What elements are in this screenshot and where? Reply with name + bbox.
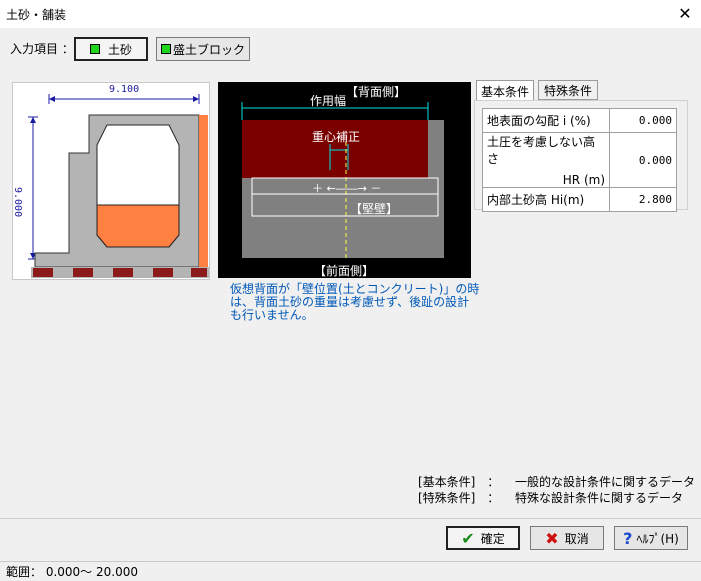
help-label: ﾍﾙﾌﾟ(H) <box>636 531 679 546</box>
input-item-label: 入力項目 ： <box>10 42 74 56</box>
legend-row-special: [特殊条件] ： 特殊な設計条件に関するデータ <box>418 489 683 506</box>
param-label: 内部土砂高 Hi(m) <box>482 187 610 212</box>
legend-sep: ： <box>487 491 500 505</box>
embankment-block-label: 盛土ブロック <box>172 42 245 57</box>
note-text: 仮想背面が「壁位置(土とコンクリート)」の時は、背面土砂の重量は考慮せず、後趾の… <box>230 282 480 322</box>
help-button[interactable]: ? ﾍﾙﾌﾟ(H) <box>614 526 688 550</box>
soil-button[interactable]: 土砂 <box>74 37 148 61</box>
center-correction-label: 重心補正 <box>312 130 361 144</box>
param-label: 地表面の勾配 i (%) <box>482 108 610 133</box>
table-row: 内部土砂高 Hi(m) 2.800 <box>482 187 677 212</box>
param-label: 土圧を考慮しない高さ HR (m) <box>482 132 610 188</box>
back-side-label: 【背面側】 <box>346 85 407 99</box>
cancel-label: 取消 <box>564 531 589 546</box>
table-row: 土圧を考慮しない高さ HR (m) 0.000 <box>482 132 677 188</box>
cross-icon: ✖ <box>545 528 559 548</box>
param-label-main: 土圧を考慮しない高さ <box>487 135 596 166</box>
footer-divider <box>0 518 701 519</box>
soil-button-label: 土砂 <box>107 42 132 57</box>
load-diagram: 【背面側】 作用幅 重心補正 ＋ ←――→ － 【堅壁】 【前面側】 <box>218 82 471 278</box>
status-range-text: 範囲： 0.000～ 20.000 <box>6 565 138 579</box>
legend-desc: 特殊な設計条件に関するデータ <box>515 491 684 505</box>
param-value-hr[interactable]: 0.000 <box>609 132 677 188</box>
legend-desc: 一般的な設計条件に関するデータ <box>515 475 696 489</box>
confirm-button[interactable]: ✔ 確定 <box>446 526 520 550</box>
action-width-label: 作用幅 <box>310 94 347 108</box>
title-bar <box>0 0 701 28</box>
window-title: 土砂・舗装 <box>6 8 67 22</box>
legend-row-basic: [基本条件] ： 一般的な設計条件に関するデータ <box>418 473 695 490</box>
height-dimension: 9.000 <box>12 187 23 218</box>
table-row: 地表面の勾配 i (%) 0.000 <box>482 108 677 133</box>
tab-basic-conditions[interactable]: 基本条件 <box>476 80 534 101</box>
green-square-icon <box>89 44 100 54</box>
confirm-label: 確定 <box>480 531 505 546</box>
params-table: 地表面の勾配 i (%) 0.000 土圧を考慮しない高さ HR (m) 0.0… <box>482 108 677 212</box>
width-dimension: 9.100 <box>109 84 140 95</box>
cancel-button[interactable]: ✖ 取消 <box>530 526 604 550</box>
question-icon: ? <box>623 528 633 548</box>
check-icon: ✔ <box>461 528 475 548</box>
param-label-sub: HR (m) <box>562 173 605 187</box>
tab-special-conditions[interactable]: 特殊条件 <box>538 80 598 100</box>
param-value-hi[interactable]: 2.800 <box>609 187 677 212</box>
section-view-drawing <box>28 94 209 278</box>
legend-key: [基本条件] <box>418 475 476 489</box>
green-square-icon <box>160 44 171 54</box>
section-view: 9.100 9.000 <box>12 82 210 280</box>
legend-sep: ： <box>487 475 500 489</box>
wall-label: 【堅壁】 <box>350 202 399 216</box>
sign-direction-label: ＋ ←――→ － <box>312 182 382 195</box>
param-value-slope[interactable]: 0.000 <box>609 108 677 133</box>
embankment-block-button[interactable]: 盛土ブロック <box>156 37 250 61</box>
front-side-label: 【前面側】 <box>314 264 375 278</box>
legend-key: [特殊条件] <box>418 491 476 505</box>
close-button[interactable]: ✕ <box>672 2 698 26</box>
